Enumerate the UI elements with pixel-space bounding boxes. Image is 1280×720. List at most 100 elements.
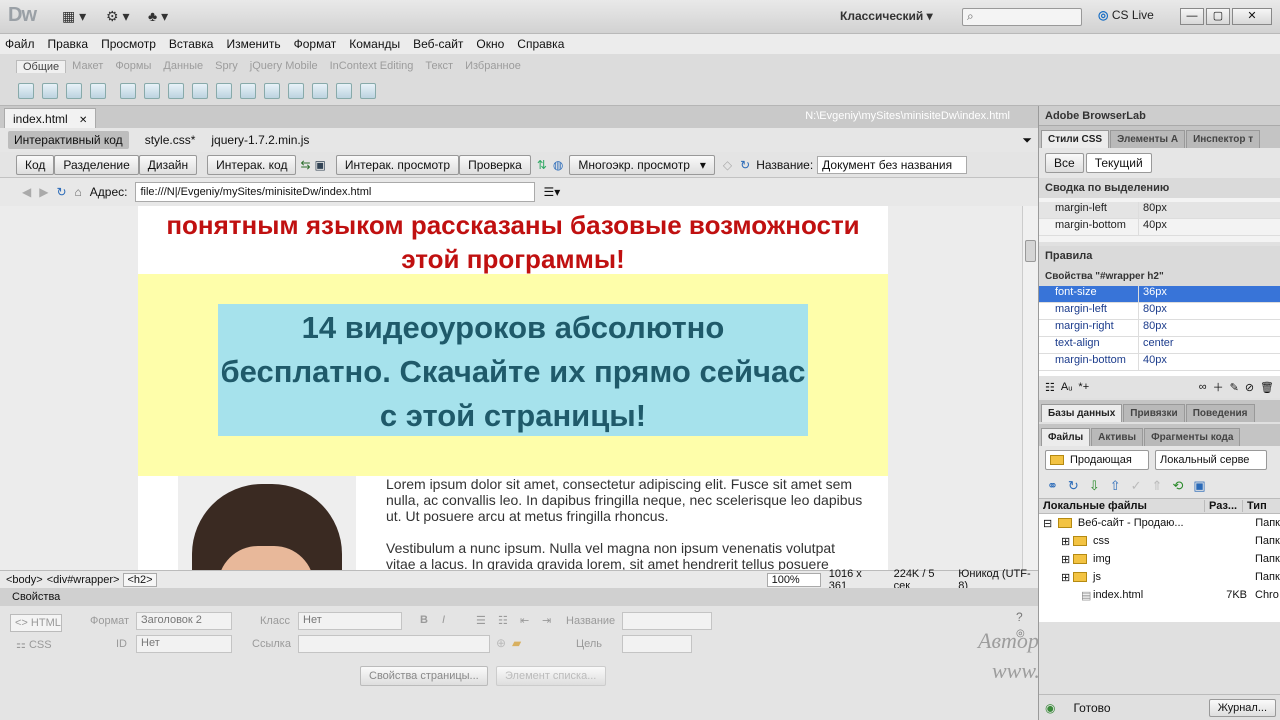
menu-edit[interactable]: Правка: [48, 37, 89, 51]
css-mode-button[interactable]: ⚏ CSS: [16, 638, 52, 652]
italic-icon[interactable]: I: [442, 614, 445, 626]
h2-heading[interactable]: 14 видеоуроков абсолютно бесплатно. Скач…: [218, 304, 808, 436]
related-file-jquery[interactable]: jquery-1.7.2.min.js: [211, 133, 309, 147]
html-mode-button[interactable]: <> HTML: [10, 614, 62, 632]
expand-folder-icon[interactable]: ⊞: [1039, 535, 1073, 548]
tab-databases[interactable]: Базы данных: [1041, 404, 1123, 422]
design-view-button[interactable]: Дизайн: [138, 154, 198, 175]
edit-rule-icon[interactable]: ✎: [1230, 381, 1239, 394]
css-mode-all[interactable]: Все: [1045, 153, 1084, 173]
forward-icon[interactable]: ▶: [39, 185, 48, 199]
server-side-icon[interactable]: [240, 83, 256, 99]
category-view-icon[interactable]: ☷: [1045, 381, 1055, 394]
ordered-list-icon[interactable]: ☷: [498, 614, 508, 627]
close-button[interactable]: ✕: [1232, 8, 1272, 25]
menu-format[interactable]: Формат: [294, 37, 337, 51]
code-view-button[interactable]: Код: [16, 154, 55, 175]
div-icon[interactable]: [144, 83, 160, 99]
refresh-files-icon[interactable]: ↻: [1068, 478, 1079, 494]
expand-folder-icon[interactable]: ⊞: [1039, 571, 1073, 584]
browserlab-header[interactable]: Adobe BrowserLab: [1039, 106, 1280, 126]
view-select[interactable]: Локальный серве: [1155, 450, 1267, 470]
visual-aids-icon[interactable]: ◇: [723, 158, 732, 172]
insert-tab-spry[interactable]: Spry: [209, 60, 244, 72]
class-select[interactable]: Нет: [298, 612, 402, 630]
format-select[interactable]: Заголовок 2: [136, 612, 232, 630]
col-size[interactable]: Раз...: [1205, 500, 1243, 512]
tab-behaviors[interactable]: Поведения: [1185, 404, 1255, 422]
date-icon[interactable]: [216, 83, 232, 99]
list-item-button[interactable]: Элемент списка...: [496, 666, 606, 686]
alpha-view-icon[interactable]: Aᵤ: [1061, 381, 1073, 393]
refresh-page-icon[interactable]: ↻: [56, 185, 66, 199]
new-rule-icon[interactable]: ＋: [1213, 379, 1224, 395]
menu-view[interactable]: Просмотр: [101, 37, 156, 51]
browse-folder-icon[interactable]: ▰: [512, 636, 521, 650]
multiscreen-button[interactable]: Многоэкр. просмотр ▾: [569, 154, 715, 175]
expand-icon[interactable]: ▣: [1193, 478, 1205, 494]
tab-ap-elements[interactable]: Элементы А: [1110, 130, 1186, 148]
design-scrollbar[interactable]: [1022, 206, 1038, 570]
filter-icon[interactable]: ⏷: [1022, 133, 1032, 148]
properties-header[interactable]: Свойства: [0, 588, 1038, 606]
target-select[interactable]: [622, 635, 692, 653]
prop-row[interactable]: margin-bottom 40px: [1039, 354, 1280, 371]
menu-insert[interactable]: Вставка: [169, 37, 214, 51]
prop-row[interactable]: margin-left 80px: [1039, 303, 1280, 320]
related-file-source[interactable]: Интерактивный код: [8, 131, 129, 149]
split-view-button[interactable]: Разделение: [54, 154, 139, 175]
live-view-button[interactable]: Интерак. просмотр: [335, 154, 460, 175]
tree-root[interactable]: ⊟ Веб-сайт - Продаю... Папк: [1039, 514, 1280, 532]
tree-item[interactable]: ⊞ img Папк: [1039, 550, 1280, 568]
document-title-input[interactable]: Документ без названия: [817, 155, 968, 174]
indent-icon[interactable]: ⇥: [542, 614, 551, 627]
insert-tab-data[interactable]: Данные: [157, 60, 209, 72]
tree-item[interactable]: ▤ index.html 7KB Chro: [1039, 586, 1280, 604]
tab-files[interactable]: Файлы: [1041, 428, 1091, 446]
live-code-button[interactable]: Интерак. код: [207, 154, 297, 175]
check-button[interactable]: Проверка: [459, 154, 531, 175]
maximize-button[interactable]: ▢: [1206, 8, 1230, 25]
home-icon[interactable]: ⌂: [75, 185, 82, 199]
script-icon[interactable]: [312, 83, 328, 99]
site-select[interactable]: Продающая: [1045, 450, 1149, 470]
related-file-style[interactable]: style.css*: [145, 133, 196, 147]
tag-chooser-icon[interactable]: [360, 83, 376, 99]
page-properties-button[interactable]: Свойства страницы...: [360, 666, 488, 686]
tree-item[interactable]: ⊞ js Папк: [1039, 568, 1280, 586]
menu-site[interactable]: Веб-сайт: [413, 37, 463, 51]
gear-icon[interactable]: ⚙ ▾: [106, 8, 129, 26]
delete-icon[interactable]: 🗑: [1260, 381, 1274, 394]
attach-style-icon[interactable]: ∞: [1199, 381, 1207, 393]
help-search-input[interactable]: ⌕: [962, 8, 1082, 26]
hyperlink-icon[interactable]: [18, 83, 34, 99]
layout-icon[interactable]: ▦ ▾: [62, 8, 86, 26]
zoom-select[interactable]: 100%: [766, 572, 821, 587]
insert-tab-layout[interactable]: Макет: [66, 60, 109, 72]
menu-file[interactable]: Файл: [5, 37, 35, 51]
css-mode-current[interactable]: Текущий: [1085, 153, 1152, 173]
refresh-icon[interactable]: ↻: [740, 158, 750, 172]
col-local-files[interactable]: Локальные файлы: [1039, 500, 1205, 512]
insert-tab-jquery-mobile[interactable]: jQuery Mobile: [244, 60, 324, 72]
document-tab[interactable]: index.html ✕: [4, 108, 97, 128]
outdent-icon[interactable]: ⇤: [520, 614, 529, 627]
connect-icon[interactable]: ⚭: [1047, 478, 1058, 494]
menu-help[interactable]: Справка: [517, 37, 564, 51]
id-select[interactable]: Нет: [136, 635, 232, 653]
put-files-icon[interactable]: ⇧: [1110, 478, 1121, 494]
minimize-button[interactable]: —: [1180, 8, 1204, 25]
tab-bindings[interactable]: Привязки: [1123, 404, 1185, 422]
email-link-icon[interactable]: [42, 83, 58, 99]
comment-icon[interactable]: [264, 83, 280, 99]
col-type[interactable]: Тип: [1243, 500, 1267, 512]
image-icon[interactable]: [168, 83, 184, 99]
browser-compat-icon[interactable]: ▣: [315, 158, 326, 172]
head-icon[interactable]: [288, 83, 304, 99]
tab-tag-inspector[interactable]: Инспектор т: [1186, 130, 1261, 148]
menu-commands[interactable]: Команды: [349, 37, 400, 51]
log-button[interactable]: Журнал...: [1208, 698, 1276, 717]
menu-window[interactable]: Окно: [476, 37, 504, 51]
file-transfer-icon[interactable]: ⇅: [537, 158, 547, 172]
tab-assets[interactable]: Активы: [1091, 428, 1144, 446]
